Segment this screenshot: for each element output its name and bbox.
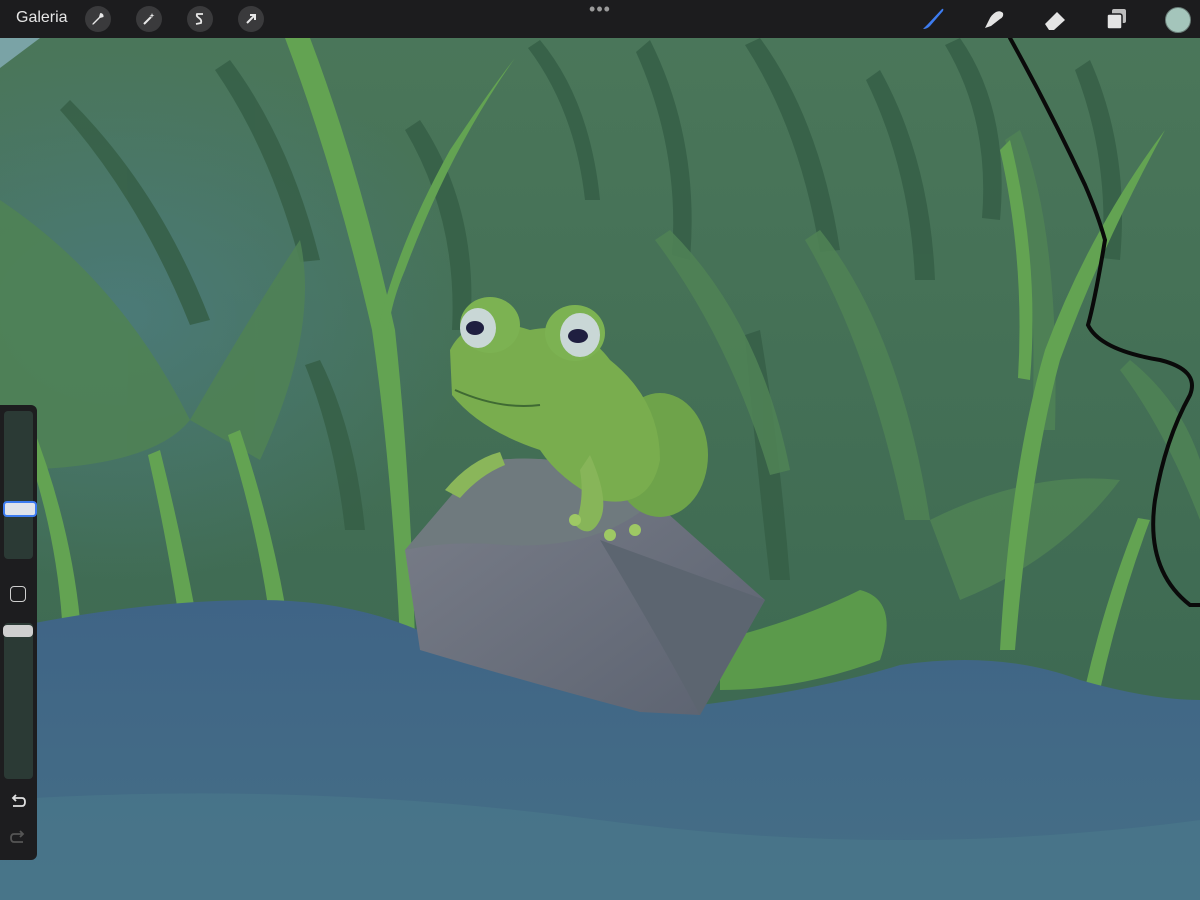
gallery-button[interactable]: Galeria xyxy=(16,9,68,27)
redo-icon xyxy=(10,830,25,843)
redo-button[interactable] xyxy=(8,828,28,848)
opacity-thumb[interactable] xyxy=(3,625,33,637)
modify-button[interactable] xyxy=(10,586,26,602)
top-toolbar: Galeria ••• xyxy=(0,0,1200,38)
selection-button[interactable] xyxy=(187,6,213,32)
eraser-tool-button[interactable] xyxy=(1040,4,1070,34)
left-sidebar xyxy=(0,405,37,860)
brush-icon xyxy=(923,8,944,29)
selection-s-icon xyxy=(195,13,203,25)
wrench-icon xyxy=(92,13,104,25)
transform-button[interactable] xyxy=(238,6,264,32)
arrow-cursor-icon xyxy=(246,14,256,24)
undo-button[interactable] xyxy=(8,792,28,812)
opacity-slider[interactable] xyxy=(3,623,33,779)
undo-icon xyxy=(11,794,26,807)
brush-tool-button[interactable] xyxy=(918,4,948,34)
smudge-icon xyxy=(985,11,1004,28)
magic-wand-icon xyxy=(143,13,155,25)
drawing-canvas[interactable] xyxy=(0,0,1200,900)
brush-size-slider[interactable] xyxy=(3,411,37,559)
smudge-tool-button[interactable] xyxy=(979,4,1009,34)
brush-size-thumb[interactable] xyxy=(3,501,37,518)
color-picker-button[interactable] xyxy=(1165,7,1191,33)
procreate-app: Galeria ••• xyxy=(0,0,1200,900)
layers-icon xyxy=(1106,9,1126,30)
actions-button[interactable] xyxy=(85,6,111,32)
layers-button[interactable] xyxy=(1101,4,1131,34)
more-options-button[interactable]: ••• xyxy=(586,0,614,20)
adjustments-button[interactable] xyxy=(136,6,162,32)
eraser-icon xyxy=(1045,12,1065,30)
